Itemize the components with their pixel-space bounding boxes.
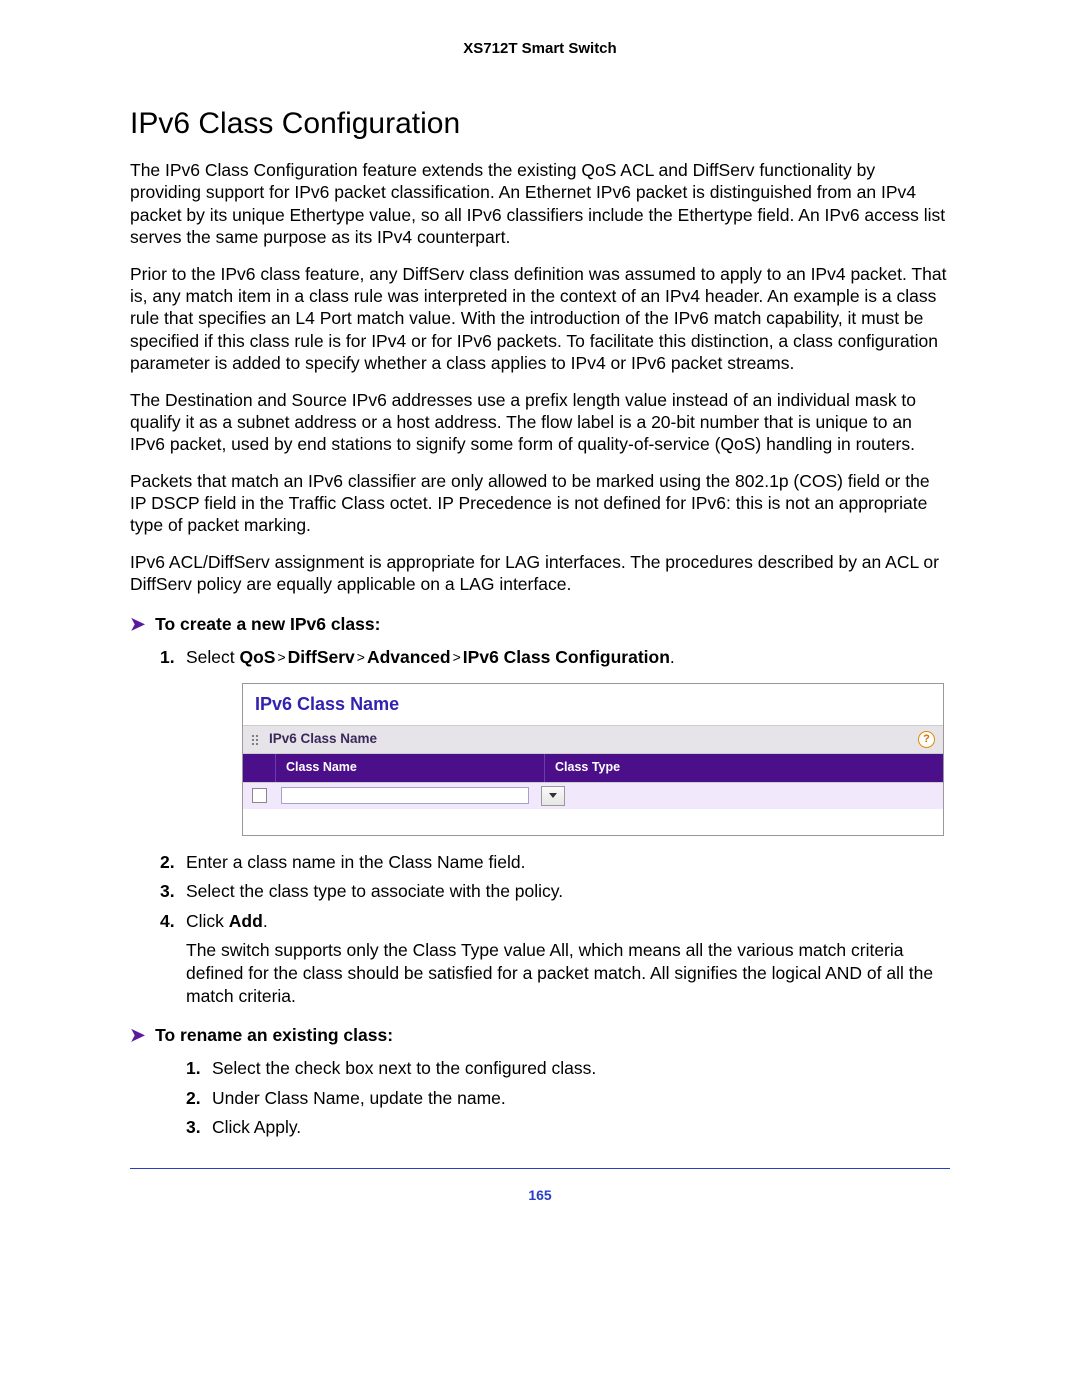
ipv6-class-name-widget: IPv6 Class Name IPv6 Class Name ? Class … <box>242 683 944 836</box>
widget-subtitle: IPv6 Class Name <box>269 730 377 749</box>
paragraph-3: The Destination and Source IPv6 addresse… <box>130 389 950 456</box>
bc-qos: QoS <box>240 647 276 667</box>
create-step-4: Click Add. The switch supports only the … <box>160 909 950 1008</box>
document-header: XS712T Smart Switch <box>130 40 950 57</box>
step4-add: Add <box>229 911 263 931</box>
col-class-name: Class Name <box>276 754 545 782</box>
bc-advanced: Advanced <box>367 647 451 667</box>
rename-step-3: Click Apply. <box>186 1115 950 1140</box>
rename-step-1: Select the check box next to the configu… <box>186 1056 950 1081</box>
paragraph-5: IPv6 ACL/DiffServ assignment is appropri… <box>130 551 950 596</box>
create-step-2: Enter a class name in the Class Name fie… <box>160 850 950 875</box>
page-number: 165 <box>130 1187 950 1203</box>
paragraph-4: Packets that match an IPv6 classifier ar… <box>130 470 950 537</box>
table-spacer <box>243 809 943 835</box>
rename-step-2: Under Class Name, update the name. <box>186 1086 950 1111</box>
table-row <box>243 782 943 809</box>
drag-handle-icon <box>251 734 259 746</box>
class-name-input[interactable] <box>281 787 529 804</box>
procedure-rename-heading: To rename an existing class: <box>155 1025 393 1046</box>
procedure-arrow-icon: ➤ <box>130 1025 145 1046</box>
step4-suffix: . <box>263 911 268 931</box>
create-step-4-cont: The switch supports only the Class Type … <box>186 939 950 1007</box>
bc-ipv6cc: IPv6 Class Configuration <box>463 647 670 667</box>
help-icon[interactable]: ? <box>918 731 935 748</box>
col-checkbox <box>243 754 276 782</box>
class-type-dropdown[interactable] <box>541 786 565 806</box>
create-step-3: Select the class type to associate with … <box>160 879 950 904</box>
footer-rule <box>130 1168 950 1169</box>
widget-subheader: IPv6 Class Name ? <box>243 725 943 754</box>
step1-prefix: Select <box>186 647 240 667</box>
step4-prefix: Click <box>186 911 229 931</box>
paragraph-1: The IPv6 Class Configuration feature ext… <box>130 159 950 249</box>
col-class-type: Class Type <box>545 754 943 782</box>
procedure-create-heading: To create a new IPv6 class: <box>155 614 380 635</box>
paragraph-2: Prior to the IPv6 class feature, any Dif… <box>130 263 950 375</box>
create-step-1: Select QoS>DiffServ>Advanced>IPv6 Class … <box>160 645 950 836</box>
chevron-down-icon <box>549 793 557 798</box>
page-title: IPv6 Class Configuration <box>130 107 950 141</box>
procedure-arrow-icon: ➤ <box>130 614 145 635</box>
widget-title: IPv6 Class Name <box>243 684 943 725</box>
bc-diffserv: DiffServ <box>288 647 355 667</box>
table-header-row: Class Name Class Type <box>243 754 943 782</box>
row-checkbox[interactable] <box>252 788 267 803</box>
step1-suffix: . <box>670 647 675 667</box>
